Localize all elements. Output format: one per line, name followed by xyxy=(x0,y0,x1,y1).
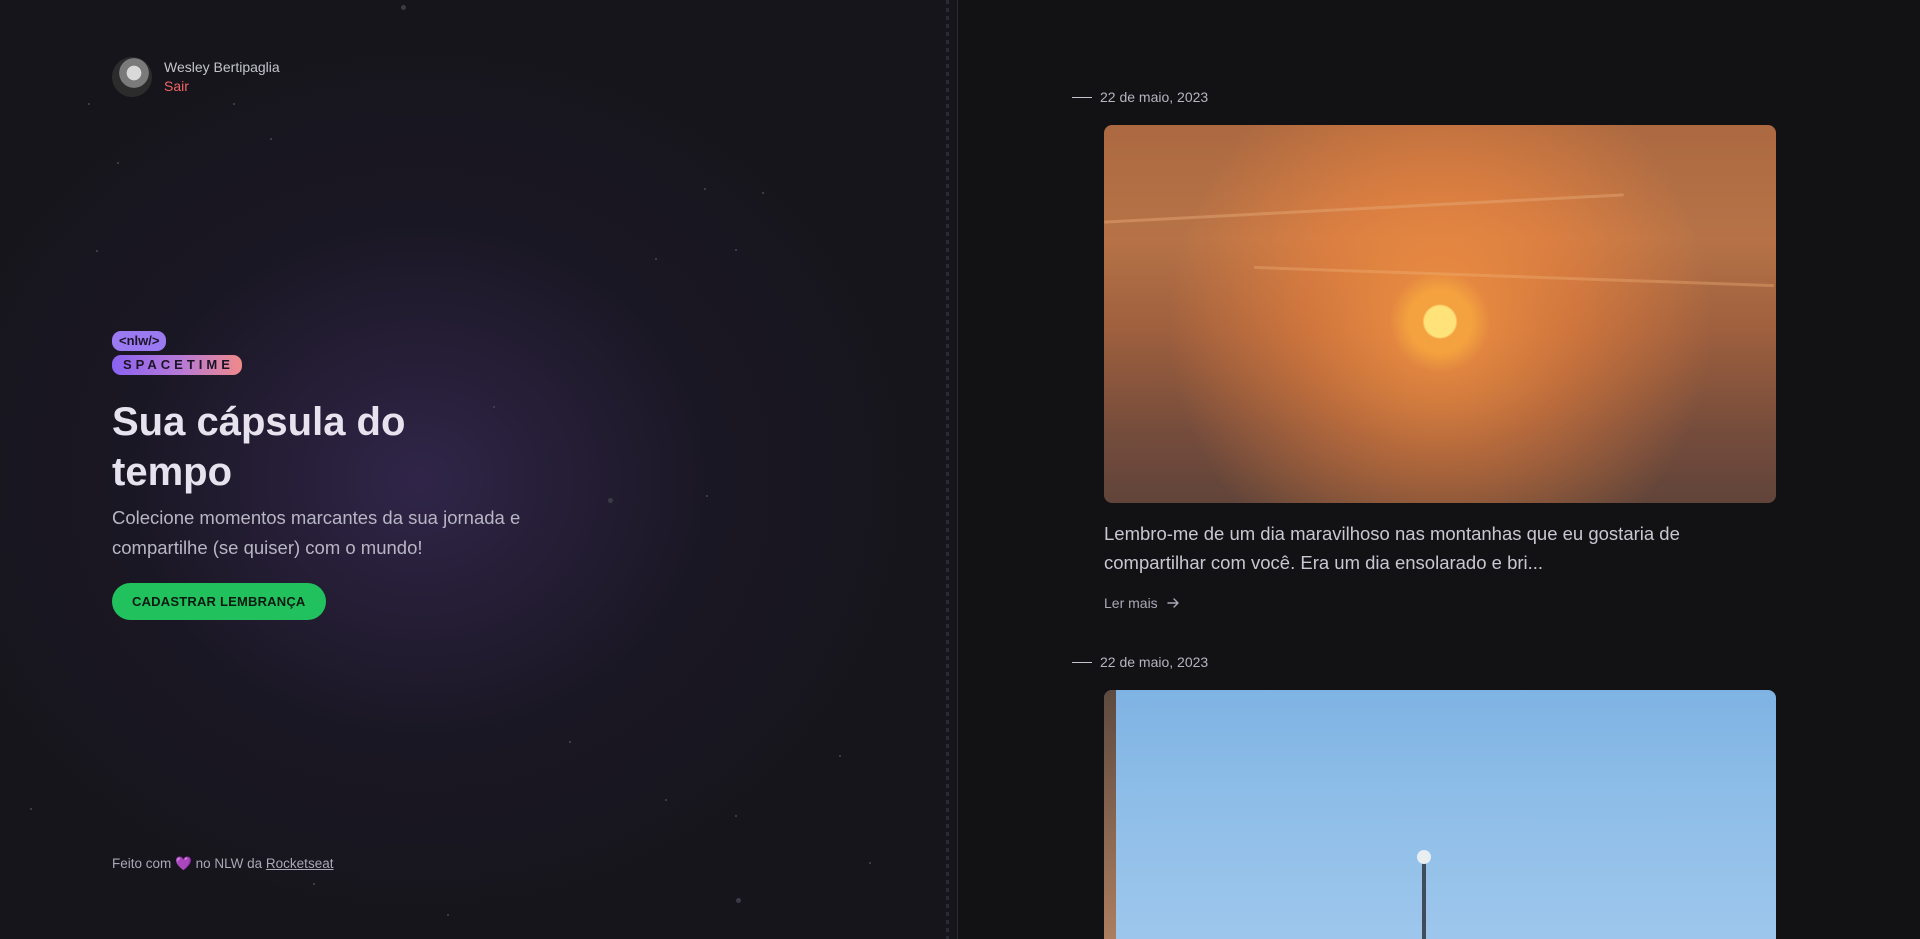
create-memory-button[interactable]: CADASTRAR LEMBRANÇA xyxy=(112,583,326,620)
memory-image xyxy=(1104,125,1776,503)
read-more-link[interactable]: Ler mais xyxy=(1104,595,1180,611)
user-profile: Wesley Bertipaglia Sair xyxy=(112,57,280,97)
date-dash xyxy=(1072,96,1092,98)
profile-text: Wesley Bertipaglia Sair xyxy=(164,58,280,96)
memory-date: 22 de maio, 2023 xyxy=(1072,89,1208,105)
memory-date-text: 22 de maio, 2023 xyxy=(1100,654,1209,670)
memory-date-text: 22 de maio, 2023 xyxy=(1100,89,1209,105)
stripe-divider xyxy=(946,0,949,939)
arrow-right-icon xyxy=(1166,598,1179,608)
rocketseat-link[interactable]: Rocketseat xyxy=(266,856,334,871)
panel-divider xyxy=(957,0,958,939)
memory-excerpt: Lembro-me de um dia maravilhoso nas mont… xyxy=(1104,523,1680,573)
memory-date: 22 de maio, 2023 xyxy=(1072,654,1208,670)
logo-tag: <nlw/> xyxy=(112,331,167,351)
footer-middle: no NLW da xyxy=(195,856,263,871)
nlw-spacetime-logo: <nlw/> SPACETIME xyxy=(112,331,542,375)
logo-word: SPACETIME xyxy=(112,355,242,375)
memory-image xyxy=(1104,690,1776,939)
avatar[interactable] xyxy=(112,57,152,97)
footer-prefix: Feito com xyxy=(112,856,172,871)
date-dash xyxy=(1072,661,1092,663)
hero: <nlw/> SPACETIME Sua cápsula do tempo Co… xyxy=(112,331,542,620)
footer: Feito com 💜 no NLW da Rocketseat xyxy=(112,856,333,872)
page-title: Sua cápsula do tempo xyxy=(112,400,406,494)
left-panel: Wesley Bertipaglia Sair <nlw/> SPACETIME… xyxy=(0,0,958,939)
logout-link[interactable]: Sair xyxy=(164,77,280,96)
user-name: Wesley Bertipaglia xyxy=(164,59,280,75)
hero-subtitle: Colecione momentos marcantes da sua jorn… xyxy=(112,507,521,558)
read-more-label: Ler mais xyxy=(1104,595,1158,611)
heart-icon: 💜 xyxy=(175,856,192,871)
